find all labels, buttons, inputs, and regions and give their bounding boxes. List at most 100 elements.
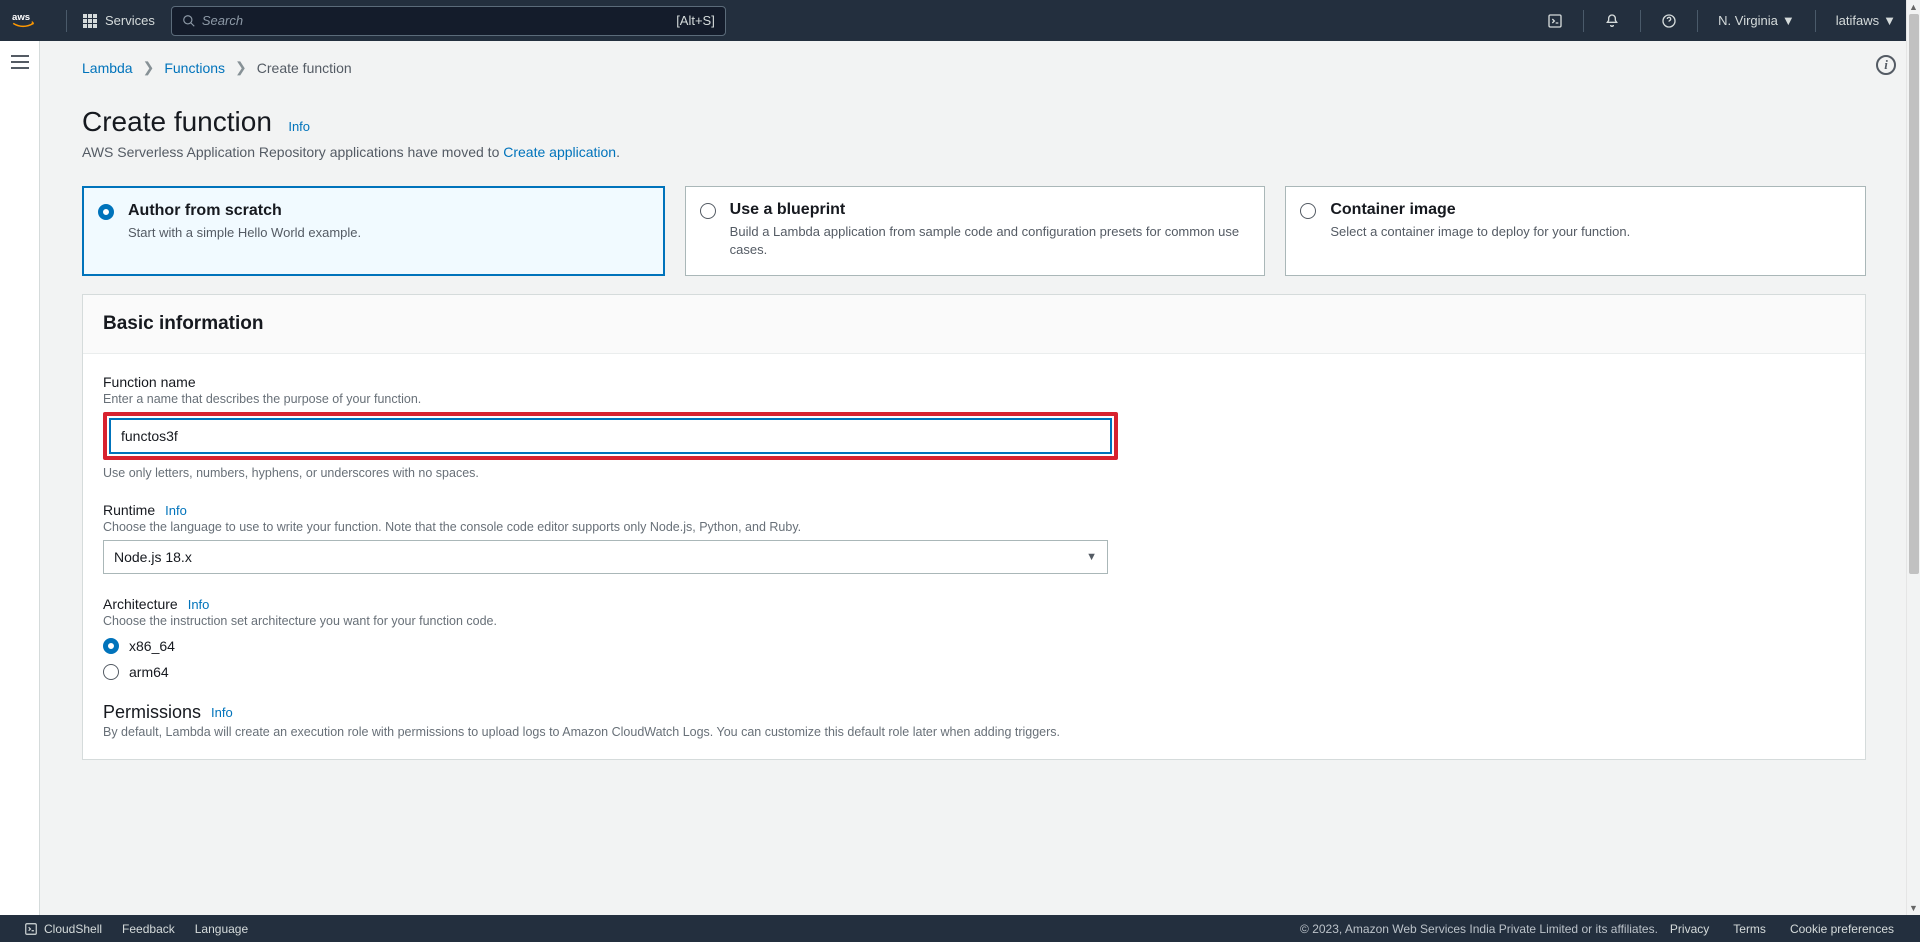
sidebar-toggle[interactable] bbox=[11, 55, 29, 69]
divider bbox=[1697, 10, 1698, 32]
caret-down-icon: ▼ bbox=[1883, 13, 1896, 28]
highlight-annotation bbox=[103, 412, 1118, 460]
search-input[interactable] bbox=[196, 13, 715, 28]
permissions-group: Permissions Info By default, Lambda will… bbox=[103, 702, 1845, 739]
privacy-link[interactable]: Privacy bbox=[1658, 922, 1721, 936]
radio-icon bbox=[1300, 203, 1316, 219]
function-name-help: Enter a name that describes the purpose … bbox=[103, 392, 1845, 406]
panel-title: Basic information bbox=[83, 295, 1865, 354]
option-title: Author from scratch bbox=[128, 202, 647, 220]
terminal-icon bbox=[24, 922, 38, 936]
option-desc: Select a container image to deploy for y… bbox=[1330, 223, 1849, 241]
subtitle-suffix: . bbox=[616, 144, 620, 160]
cloudshell-icon-button[interactable] bbox=[1533, 0, 1577, 41]
option-title: Use a blueprint bbox=[730, 201, 1249, 219]
language-label: Language bbox=[195, 922, 248, 936]
breadcrumb-current: Create function bbox=[257, 60, 352, 76]
architecture-x86-option[interactable]: x86_64 bbox=[103, 638, 1845, 654]
breadcrumb-functions[interactable]: Functions bbox=[164, 60, 225, 76]
architecture-group: Architecture Info Choose the instruction… bbox=[103, 596, 1845, 680]
permissions-help: By default, Lambda will create an execut… bbox=[103, 725, 1845, 739]
option-container-image[interactable]: Container image Select a container image… bbox=[1285, 186, 1866, 276]
option-desc: Build a Lambda application from sample c… bbox=[730, 223, 1249, 259]
caret-down-icon: ▼ bbox=[1086, 551, 1097, 563]
permissions-label: Permissions bbox=[103, 702, 201, 723]
divider bbox=[66, 10, 67, 32]
feedback-label: Feedback bbox=[122, 922, 175, 936]
terms-link[interactable]: Terms bbox=[1721, 922, 1778, 936]
divider bbox=[1583, 10, 1584, 32]
function-name-label: Function name bbox=[103, 374, 1845, 390]
function-name-constraint: Use only letters, numbers, hyphens, or u… bbox=[103, 466, 1845, 480]
breadcrumb: Lambda ❯ Functions ❯ Create function bbox=[82, 59, 1866, 76]
top-nav: aws Services [Alt+S] N. Virginia ▼ latifa… bbox=[0, 0, 1920, 41]
services-menu[interactable]: Services bbox=[73, 0, 165, 41]
option-title: Container image bbox=[1330, 201, 1849, 219]
page-info-link[interactable]: Info bbox=[288, 119, 310, 134]
footer: CloudShell Feedback Language © 2023, Ama… bbox=[0, 915, 1920, 942]
breadcrumb-lambda[interactable]: Lambda bbox=[82, 60, 133, 76]
language-button[interactable]: Language bbox=[185, 922, 258, 936]
main-content: Lambda ❯ Functions ❯ Create function Cre… bbox=[40, 41, 1906, 915]
architecture-help: Choose the instruction set architecture … bbox=[103, 614, 1845, 628]
architecture-arm64-option[interactable]: arm64 bbox=[103, 664, 1845, 680]
account-label: latifaws bbox=[1836, 13, 1879, 28]
create-application-link[interactable]: Create application bbox=[503, 144, 616, 160]
cookie-preferences-link[interactable]: Cookie preferences bbox=[1778, 922, 1906, 936]
creation-options: Author from scratch Start with a simple … bbox=[82, 186, 1866, 276]
scroll-up[interactable]: ▲ bbox=[1907, 0, 1920, 14]
architecture-info-link[interactable]: Info bbox=[188, 597, 210, 612]
search-icon bbox=[182, 14, 196, 28]
runtime-info-link[interactable]: Info bbox=[165, 503, 187, 518]
option-desc: Start with a simple Hello World example. bbox=[128, 224, 647, 242]
left-rail bbox=[0, 41, 40, 915]
cloudshell-label: CloudShell bbox=[44, 922, 102, 936]
architecture-label: Architecture bbox=[103, 596, 178, 612]
divider bbox=[1815, 10, 1816, 32]
function-name-group: Function name Enter a name that describe… bbox=[103, 374, 1845, 480]
bell-icon bbox=[1604, 13, 1620, 29]
page-subtitle: AWS Serverless Application Repository ap… bbox=[82, 144, 1866, 160]
cloudshell-button[interactable]: CloudShell bbox=[14, 922, 112, 936]
search-hint: [Alt+S] bbox=[676, 13, 715, 28]
scroll-down[interactable]: ▼ bbox=[1907, 901, 1920, 915]
runtime-label: Runtime bbox=[103, 502, 155, 518]
page-title: Create function bbox=[82, 106, 272, 138]
radio-icon bbox=[103, 638, 119, 654]
radio-icon bbox=[700, 203, 716, 219]
architecture-arm64-label: arm64 bbox=[129, 664, 169, 680]
caret-down-icon: ▼ bbox=[1782, 13, 1795, 28]
runtime-select[interactable]: Node.js 18.x ▼ bbox=[103, 540, 1108, 574]
feedback-button[interactable]: Feedback bbox=[112, 922, 185, 936]
copyright-text: © 2023, Amazon Web Services India Privat… bbox=[1300, 922, 1658, 936]
aws-logo[interactable]: aws bbox=[0, 10, 60, 32]
option-author-from-scratch[interactable]: Author from scratch Start with a simple … bbox=[82, 186, 665, 276]
scroll-thumb[interactable] bbox=[1909, 14, 1919, 574]
option-use-blueprint[interactable]: Use a blueprint Build a Lambda applicati… bbox=[685, 186, 1266, 276]
help-button[interactable] bbox=[1647, 0, 1691, 41]
terminal-icon bbox=[1547, 13, 1563, 29]
runtime-help: Choose the language to use to write your… bbox=[103, 520, 1845, 534]
function-name-input[interactable] bbox=[109, 418, 1112, 454]
grid-icon bbox=[83, 14, 97, 28]
subtitle-text: AWS Serverless Application Repository ap… bbox=[82, 144, 503, 160]
services-label: Services bbox=[105, 13, 155, 28]
runtime-group: Runtime Info Choose the language to use … bbox=[103, 502, 1845, 574]
basic-information-panel: Basic information Function name Enter a … bbox=[82, 294, 1866, 760]
chevron-right-icon: ❯ bbox=[143, 59, 155, 76]
architecture-x86-label: x86_64 bbox=[129, 638, 175, 654]
global-search[interactable]: [Alt+S] bbox=[171, 6, 726, 36]
region-selector[interactable]: N. Virginia ▼ bbox=[1704, 0, 1809, 41]
region-label: N. Virginia bbox=[1718, 13, 1778, 28]
svg-text:aws: aws bbox=[12, 11, 30, 22]
chevron-right-icon: ❯ bbox=[235, 59, 247, 76]
runtime-value: Node.js 18.x bbox=[114, 549, 192, 565]
account-menu[interactable]: latifaws ▼ bbox=[1822, 0, 1910, 41]
notifications-button[interactable] bbox=[1590, 0, 1634, 41]
permissions-info-link[interactable]: Info bbox=[211, 705, 233, 720]
radio-icon bbox=[98, 204, 114, 220]
help-icon bbox=[1661, 13, 1677, 29]
divider bbox=[1640, 10, 1641, 32]
radio-icon bbox=[103, 664, 119, 680]
scrollbar[interactable]: ▲ ▼ bbox=[1906, 0, 1920, 915]
